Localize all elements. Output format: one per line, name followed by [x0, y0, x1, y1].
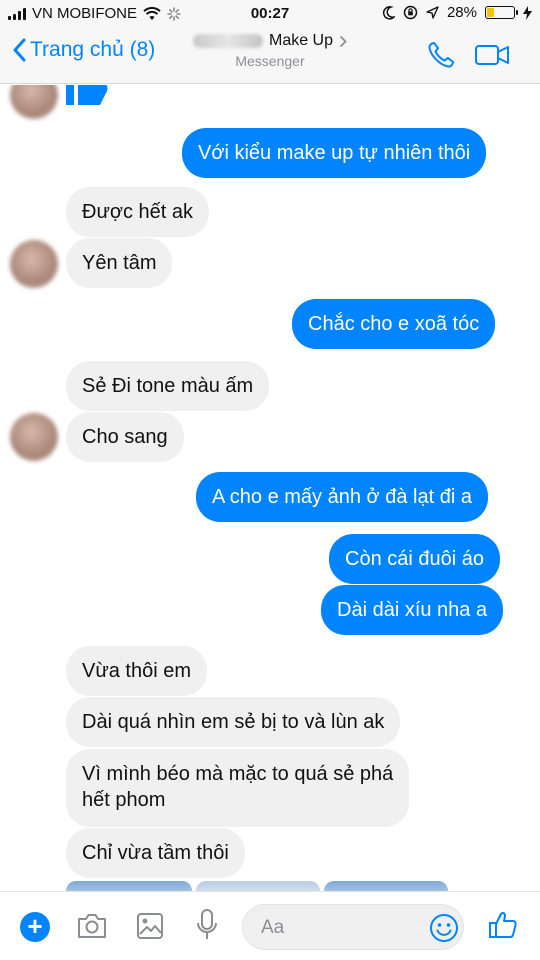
title-text: Make Up	[268, 32, 334, 49]
avatar	[10, 240, 58, 288]
microphone-icon[interactable]	[196, 908, 218, 942]
chevron-left-icon	[13, 38, 26, 62]
image-icon[interactable]	[136, 912, 164, 940]
message-line: hết phom	[82, 789, 166, 811]
message-input-field[interactable]	[242, 904, 464, 950]
message-incoming-multiline[interactable]: Vì mình béo mà mặc to quá sẻ phá hết pho…	[66, 749, 410, 827]
message-incoming[interactable]: Được hết ak	[66, 187, 209, 237]
location-icon	[426, 6, 439, 19]
charging-icon	[523, 5, 532, 20]
message-outgoing[interactable]: Còn cái đuôi áo	[329, 534, 500, 584]
photo-thumbnail[interactable]	[324, 881, 448, 891]
emoji-icon[interactable]	[429, 913, 459, 943]
message-outgoing[interactable]: Chắc cho e xoã tóc	[292, 299, 496, 349]
message-incoming[interactable]: Yên tâm	[66, 238, 173, 288]
photo-thumbnail[interactable]	[196, 881, 320, 891]
message-outgoing[interactable]: Dài dài xíu nha a	[321, 585, 504, 635]
moon-icon	[382, 5, 395, 20]
like-icon[interactable]	[488, 910, 518, 940]
photo-thumbnail[interactable]	[66, 881, 192, 891]
video-call-icon[interactable]	[474, 42, 510, 68]
conversation-header: Trang chủ (8) Make Up Messenger	[0, 28, 540, 84]
status-right: 28%	[382, 4, 532, 21]
like-sticker-icon	[66, 85, 108, 105]
blurred-name	[192, 34, 263, 48]
subtitle: Messenger	[235, 53, 305, 69]
plus-icon[interactable]: +	[20, 912, 50, 942]
rotation-lock-icon	[403, 5, 418, 20]
phone-call-icon[interactable]	[426, 40, 456, 70]
message-line: Vì mình béo mà mặc to quá sẻ phá	[82, 763, 394, 785]
avatar	[10, 85, 58, 119]
conversation-title[interactable]: Make Up Messenger	[160, 32, 380, 69]
message-incoming[interactable]: Cho sang	[66, 412, 184, 462]
message-incoming[interactable]: Dài quá nhìn em sẻ bị to và lùn ak	[66, 697, 401, 747]
back-label: Trang chủ (8)	[30, 38, 156, 61]
camera-icon[interactable]	[76, 912, 108, 940]
avatar	[10, 413, 58, 461]
battery-icon	[485, 6, 518, 19]
message-outgoing[interactable]: A cho e mấy ảnh ở đà lạt đi a	[196, 472, 488, 522]
message-outgoing[interactable]: Với kiểu make up tự nhiên thôi	[182, 128, 487, 178]
composer-bar: +	[0, 891, 540, 960]
back-button[interactable]: Trang chủ (8)	[12, 38, 155, 62]
battery-percent: 28%	[446, 4, 477, 21]
chevron-right-icon	[339, 35, 347, 47]
message-incoming[interactable]: Vừa thôi em	[66, 646, 207, 696]
status-bar: VN MOBIFONE 00:27 28%	[0, 0, 540, 28]
message-input[interactable]	[261, 915, 411, 941]
message-list[interactable]: Với kiểu make up tự nhiên thôi Được hết …	[0, 85, 540, 891]
battery-level	[487, 8, 495, 17]
message-incoming[interactable]: Sẻ Đi tone màu ấm	[66, 361, 270, 411]
message-incoming[interactable]: Chỉ vừa tầm thôi	[66, 828, 245, 878]
